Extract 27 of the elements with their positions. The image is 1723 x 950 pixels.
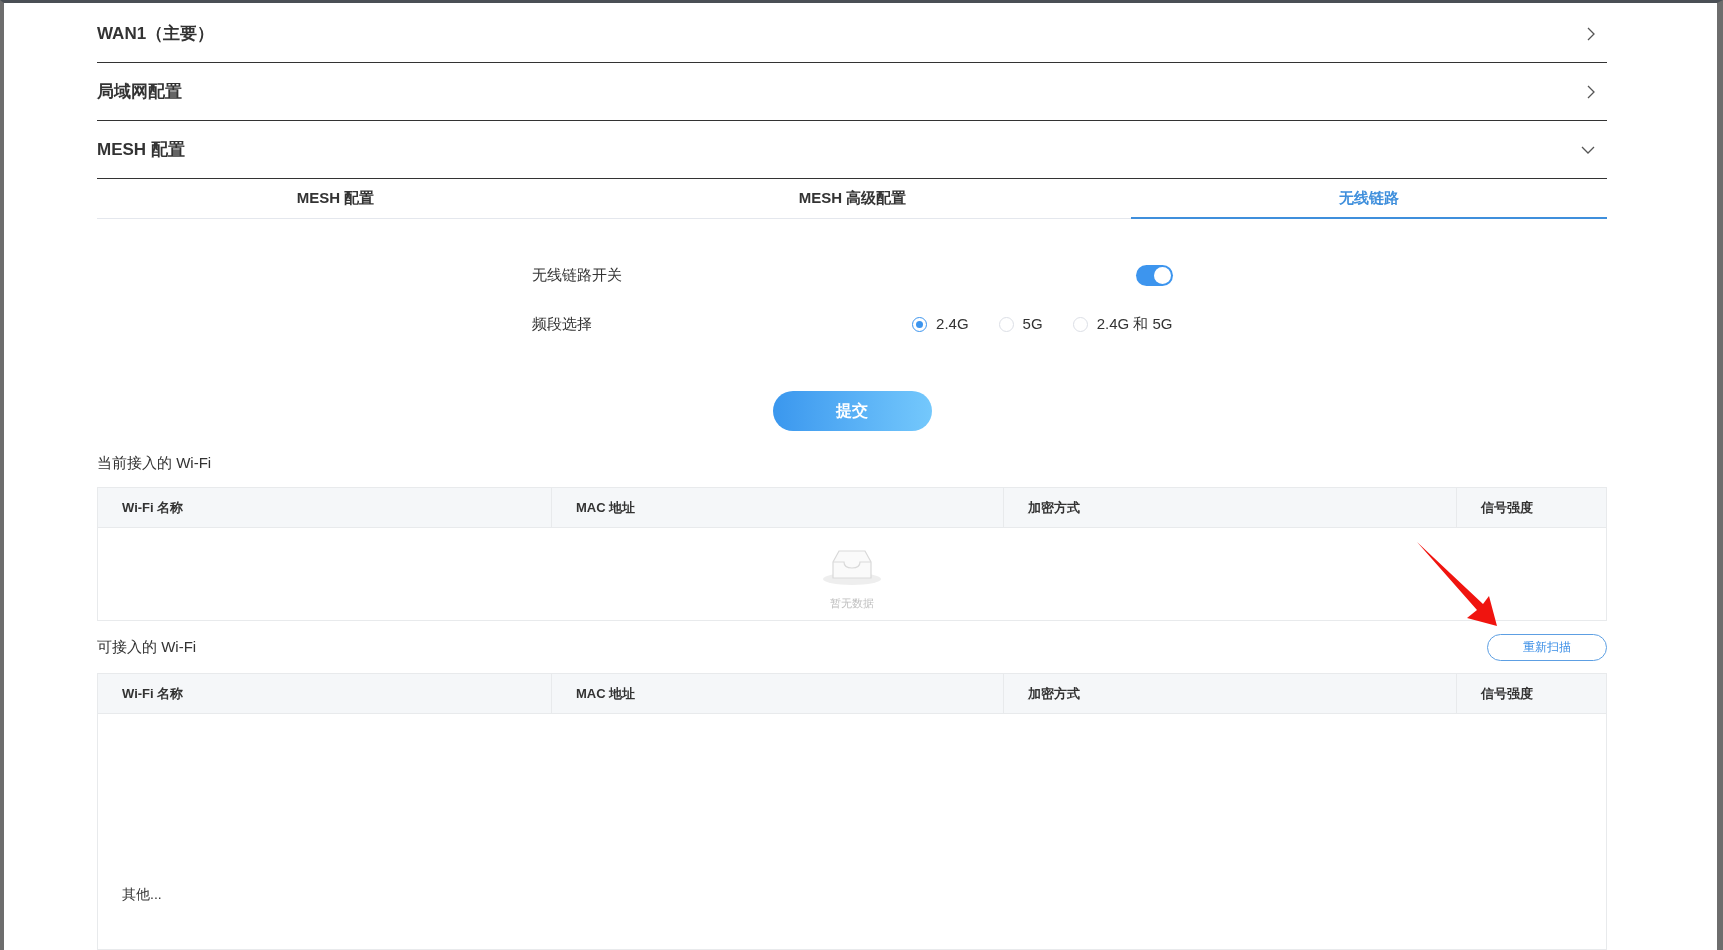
accordion-header[interactable]: WAN1（主要） (97, 5, 1607, 63)
rescan-button[interactable]: 重新扫描 (1487, 633, 1607, 661)
accordion-header[interactable]: 局域网配置 (97, 63, 1607, 121)
annotation-arrow-icon (1415, 540, 1499, 627)
column-header: Wi-Fi 名称 (98, 488, 552, 527)
empty-inbox-icon (822, 548, 882, 586)
column-header: 加密方式 (1004, 674, 1457, 713)
column-header: Wi-Fi 名称 (98, 674, 552, 713)
tab[interactable]: MESH 高级配置 (574, 179, 1131, 219)
tab[interactable]: MESH 配置 (97, 179, 574, 219)
column-header: MAC 地址 (552, 488, 1004, 527)
section-title: 可接入的 Wi-Fi (97, 636, 197, 657)
field-label: 无线链路开关 (531, 265, 622, 286)
radio-label[interactable]: 2.4G 和 5G (1096, 313, 1173, 336)
other-network-link[interactable]: 其他... (122, 886, 162, 902)
column-header: MAC 地址 (552, 674, 1004, 713)
field-label: 频段选择 (531, 314, 592, 335)
radio-button[interactable] (912, 317, 928, 332)
empty-text: 暂无数据 (830, 596, 874, 611)
column-header: 加密方式 (1004, 488, 1457, 527)
column-header: 信号强度 (1479, 684, 1534, 703)
column-header: 信号强度 (1479, 498, 1534, 517)
toggle-switch[interactable] (1135, 265, 1173, 286)
radio-label[interactable]: 5G (1022, 313, 1043, 336)
accordion-header[interactable]: MESH 配置 (97, 121, 1607, 179)
section-title: 当前接入的 Wi-Fi (97, 453, 213, 473)
radio-label[interactable]: 2.4G (936, 313, 969, 336)
